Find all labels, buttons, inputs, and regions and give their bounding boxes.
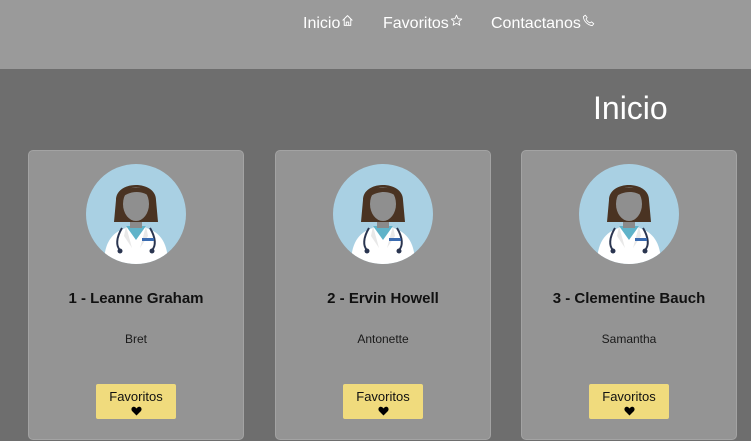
nav-item-label: Contactanos — [491, 15, 581, 32]
doctor-avatar-icon — [333, 164, 433, 264]
nav-item-favoritos[interactable]: Favoritos — [383, 14, 463, 33]
user-card: 3 - Clementine Bauch Samantha Favoritos — [521, 150, 737, 440]
heart-icon — [130, 406, 142, 416]
phone-icon — [582, 14, 595, 27]
card-title: 2 - Ervin Howell — [327, 290, 439, 307]
card-title: 3 - Clementine Bauch — [552, 290, 706, 307]
user-card: 2 - Ervin Howell Antonette Favoritos — [275, 150, 491, 440]
heart-icon — [623, 406, 635, 416]
card-username: Antonette — [357, 332, 409, 346]
favorite-button[interactable]: Favoritos — [589, 384, 669, 419]
nav-item-inicio[interactable]: Inicio — [303, 15, 354, 33]
favorite-button-label: Favoritos — [356, 388, 410, 404]
doctor-avatar-icon — [579, 164, 679, 264]
star-icon — [450, 14, 463, 26]
card-title: 1 - Leanne Graham — [68, 290, 204, 307]
favorite-button[interactable]: Favoritos — [96, 384, 176, 419]
heart-icon — [377, 406, 389, 416]
card-username: Bret — [124, 332, 147, 346]
favorite-button-label: Favoritos — [109, 388, 163, 404]
top-navbar: Inicio Favoritos Contactanos — [0, 0, 751, 69]
nav-item-label: Inicio — [303, 15, 341, 32]
page-title: Inicio — [593, 90, 668, 126]
favorite-button[interactable]: Favoritos — [343, 384, 423, 419]
nav-item-contactanos[interactable]: Contactanos — [491, 14, 595, 33]
nav-item-label: Favoritos — [383, 15, 449, 32]
doctor-avatar-icon — [86, 164, 186, 264]
card-username: Samantha — [601, 332, 657, 346]
home-icon — [342, 15, 354, 26]
favorite-button-label: Favoritos — [602, 388, 656, 404]
user-card: 1 - Leanne Graham Bret Favoritos — [28, 150, 244, 440]
